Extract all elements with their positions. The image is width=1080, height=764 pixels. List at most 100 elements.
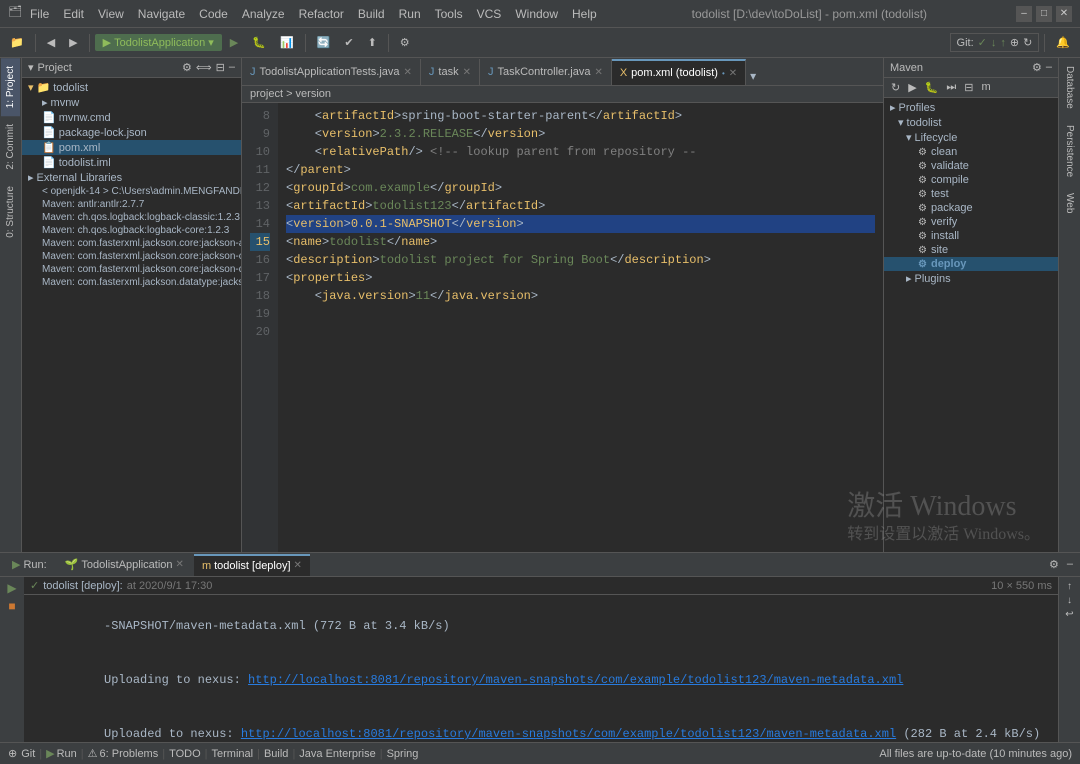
maven-collapse-btn[interactable]: ⊟ (961, 80, 976, 95)
code-content[interactable]: <artifactId>spring-boot-starter-parent</… (278, 103, 883, 552)
terminal-label[interactable]: Terminal (212, 748, 254, 760)
bottom-tab-todolist-app[interactable]: 🌱 TodolistApplication ✕ (57, 554, 192, 576)
sidebar-tab-structure[interactable]: 0: Structure (1, 178, 20, 246)
right-sidebar-tab-persistence[interactable]: Persistence (1060, 117, 1079, 185)
tree-item-jackson3[interactable]: Maven: com.fasterxml.jackson.core:jackso… (22, 263, 241, 276)
maven-package[interactable]: ⚙ package (884, 201, 1058, 215)
run-stop-icon[interactable]: ■ (8, 599, 15, 613)
run-dropdown-icon[interactable]: ▾ (208, 36, 214, 49)
project-panel-icons[interactable]: ⚙ ⟺ ⊟ – (182, 61, 235, 74)
settings2-icon[interactable]: ⊟ (216, 61, 225, 74)
menu-build[interactable]: Build (352, 5, 391, 23)
menu-analyze[interactable]: Analyze (236, 5, 291, 23)
menu-window[interactable]: Window (509, 5, 564, 23)
menu-tools[interactable]: Tools (429, 5, 469, 23)
bottom-tab-deploy[interactable]: m todolist [deploy] ✕ (194, 554, 310, 576)
window-controls[interactable]: – □ ✕ (1016, 6, 1072, 22)
sidebar-tab-project[interactable]: 1: Project (1, 58, 20, 116)
maven-validate[interactable]: ⚙ validate (884, 159, 1058, 173)
tab-close-pom[interactable]: ✕ (729, 68, 737, 79)
git-status-icon[interactable]: ⊕ (8, 747, 17, 760)
run-status-icon[interactable]: ▶ (46, 747, 54, 760)
toolbar-forward[interactable]: ▶ (63, 34, 83, 51)
menu-vcs[interactable]: VCS (471, 5, 508, 23)
maven-todolist[interactable]: ▾ todolist (884, 115, 1058, 130)
java-enterprise-label[interactable]: Java Enterprise (299, 748, 375, 760)
tab-close-tests[interactable]: ✕ (404, 67, 412, 78)
maven-debug-btn[interactable]: 🐛 (922, 80, 942, 95)
maven-panel-icons[interactable]: ⚙ – (1032, 61, 1052, 74)
run-play-icon[interactable]: ▶ (7, 581, 16, 595)
bottom-minimize-btn[interactable]: – (1064, 557, 1076, 572)
run-configuration[interactable]: ▶ TodolistApplication ▾ (95, 34, 222, 51)
sidebar-tab-commit[interactable]: 2: Commit (1, 116, 20, 178)
menu-run[interactable]: Run (393, 5, 427, 23)
tree-item-logback1[interactable]: Maven: ch.qos.logback:logback-classic:1.… (22, 211, 241, 224)
menu-view[interactable]: View (92, 5, 130, 23)
maven-compile[interactable]: ⚙ compile (884, 173, 1058, 187)
tree-item-root[interactable]: ▾ 📁 todolist (22, 80, 241, 95)
toolbar-back[interactable]: ◀ (41, 34, 61, 51)
maven-site[interactable]: ⚙ site (884, 243, 1058, 257)
menu-edit[interactable]: Edit (57, 5, 90, 23)
tab-close-taskcontroller[interactable]: ✕ (594, 67, 602, 78)
code-editor[interactable]: 8 9 10 11 12 13 14 15 16 17 18 19 20 <ar… (242, 103, 883, 552)
build-label[interactable]: Build (264, 748, 288, 760)
scroll-down-icon[interactable]: ↓ (1067, 595, 1072, 606)
settings-btn[interactable]: ⚙ (394, 34, 416, 51)
tree-item-jackson4[interactable]: Maven: com.fasterxml.jackson.datatype:ja… (22, 276, 241, 289)
problems-icon[interactable]: ⚠ (88, 747, 98, 760)
maven-lifecycle[interactable]: ▾ Lifecycle (884, 130, 1058, 145)
menu-refactor[interactable]: Refactor (293, 5, 350, 23)
run-log[interactable]: -SNAPSHOT/maven-metadata.xml (772 B at 3… (24, 595, 1058, 742)
maven-plugins[interactable]: ▸ Plugins (884, 271, 1058, 286)
menu-help[interactable]: Help (566, 5, 603, 23)
tree-item-jackson1[interactable]: Maven: com.fasterxml.jackson.core:jackso… (22, 237, 241, 250)
tree-item-jdk[interactable]: < openjdk-14 > C:\Users\admin.MENGFANDE3… (22, 185, 241, 198)
scroll-up-icon[interactable]: ↑ (1067, 581, 1072, 592)
right-sidebar-tab-web[interactable]: Web (1060, 185, 1079, 221)
close-button[interactable]: ✕ (1056, 6, 1072, 22)
git-status-label[interactable]: Git (21, 748, 35, 760)
bottom-tab-run[interactable]: ▶ Run: (4, 554, 55, 576)
maven-test[interactable]: ⚙ test (884, 187, 1058, 201)
maven-deploy[interactable]: ⚙ deploy (884, 257, 1058, 271)
maven-refresh-btn[interactable]: ↻ (888, 80, 903, 95)
close-panel-icon[interactable]: – (229, 61, 235, 74)
maximize-button[interactable]: □ (1036, 6, 1052, 22)
maven-more-btn[interactable]: m (979, 80, 994, 95)
maven-clean[interactable]: ⚙ clean (884, 145, 1058, 159)
tree-item-packagelock[interactable]: 📄 package-lock.json (22, 125, 241, 140)
tab-task[interactable]: J task ✕ (421, 59, 480, 85)
tree-item-jackson2[interactable]: Maven: com.fasterxml.jackson.core:jackso… (22, 250, 241, 263)
right-sidebar-tab-database[interactable]: Database (1060, 58, 1079, 117)
toolbar-project-btn[interactable]: 📁 (4, 34, 30, 51)
maven-skip-btn[interactable]: ⏭ (943, 80, 959, 95)
expand-icon[interactable]: ⟺ (196, 61, 212, 74)
wrap-icon[interactable]: ↩ (1065, 609, 1073, 620)
run-with-coverage[interactable]: 📊 (274, 34, 300, 51)
todo-label[interactable]: TODO (169, 748, 201, 760)
menu-code[interactable]: Code (193, 5, 234, 23)
vcs-commit[interactable]: ✔ (338, 34, 359, 51)
upload-link[interactable]: http://localhost:8081/repository/maven-s… (248, 673, 903, 687)
tab-todolist-tests[interactable]: J TodolistApplicationTests.java ✕ (242, 59, 421, 85)
maven-verify[interactable]: ⚙ verify (884, 215, 1058, 229)
menu-bar[interactable]: 🗂 File Edit View Navigate Code Analyze R… (8, 5, 603, 23)
maven-run-btn[interactable]: ▶ (905, 80, 919, 95)
spring-label[interactable]: Spring (387, 748, 419, 760)
maven-minimize-icon[interactable]: – (1046, 61, 1052, 74)
maven-settings-icon[interactable]: ⚙ (1032, 61, 1042, 74)
maven-install[interactable]: ⚙ install (884, 229, 1058, 243)
tree-item-mvnwcmd[interactable]: 📄 mvnw.cmd (22, 110, 241, 125)
debug-btn[interactable]: 🐛 (246, 34, 272, 51)
run-status-label[interactable]: Run (57, 748, 77, 760)
tree-item-pomxml[interactable]: 📋 pom.xml (22, 140, 241, 155)
maven-profiles[interactable]: ▸ Profiles (884, 100, 1058, 115)
uploaded-link[interactable]: http://localhost:8081/repository/maven-s… (241, 727, 896, 741)
project-dropdown-icon[interactable]: ▾ (28, 61, 34, 74)
problems-label[interactable]: 6: Problems (100, 748, 159, 760)
minimize-button[interactable]: – (1016, 6, 1032, 22)
close-app-tab[interactable]: ✕ (176, 559, 184, 570)
tab-more-btn[interactable]: ▾ (748, 67, 758, 85)
